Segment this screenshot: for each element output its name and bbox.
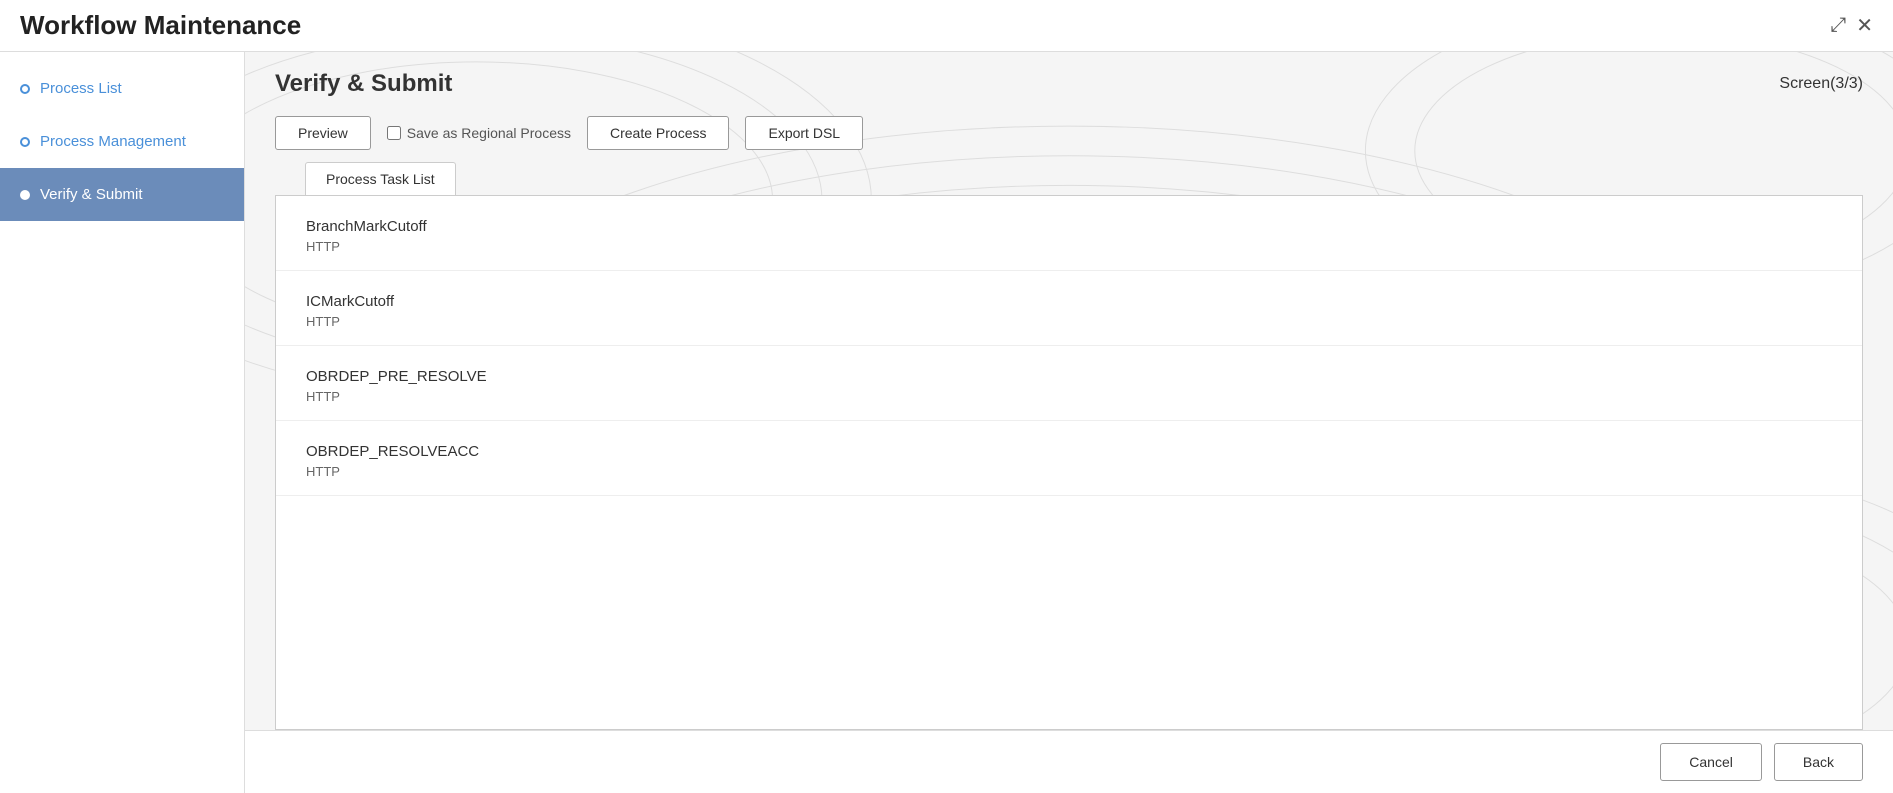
task-type: HTTP: [306, 239, 1832, 254]
screen-indicator: Screen(3/3): [1779, 75, 1863, 93]
save-regional-label: Save as Regional Process: [407, 125, 571, 141]
task-item-3: OBRDEP_RESOLVEACC HTTP: [276, 421, 1862, 496]
dot-icon: [20, 190, 30, 200]
task-item-0: BranchMarkCutoff HTTP: [276, 196, 1862, 271]
sidebar-item-label: Verify & Submit: [40, 186, 143, 203]
content-inner: Verify & Submit Screen(3/3) Preview Save…: [245, 52, 1893, 793]
app-title: Workflow Maintenance: [20, 10, 301, 41]
task-name: OBRDEP_RESOLVEACC: [306, 443, 1832, 460]
back-button[interactable]: Back: [1774, 743, 1863, 781]
close-icon[interactable]: ✕: [1856, 13, 1873, 38]
export-dsl-button[interactable]: Export DSL: [745, 116, 863, 150]
task-list-panel[interactable]: BranchMarkCutoff HTTP ICMarkCutoff HTTP …: [275, 195, 1863, 730]
dot-icon: [20, 84, 30, 94]
task-type: HTTP: [306, 314, 1832, 329]
task-name: OBRDEP_PRE_RESOLVE: [306, 368, 1832, 385]
task-item-1: ICMarkCutoff HTTP: [276, 271, 1862, 346]
save-regional-checkbox[interactable]: [387, 126, 401, 140]
page-title: Verify & Submit: [275, 70, 452, 98]
task-type: HTTP: [306, 464, 1832, 479]
sidebar: Process List Process Management Verify &…: [0, 52, 245, 793]
sidebar-item-verify-submit[interactable]: Verify & Submit: [0, 168, 244, 221]
sidebar-item-label: Process List: [40, 80, 122, 97]
main-layout: Process List Process Management Verify &…: [0, 52, 1893, 793]
create-process-button[interactable]: Create Process: [587, 116, 729, 150]
sidebar-item-process-list[interactable]: Process List: [0, 62, 244, 115]
title-bar: Workflow Maintenance ⤢ ✕: [0, 0, 1893, 52]
task-item-2: OBRDEP_PRE_RESOLVE HTTP: [276, 346, 1862, 421]
cancel-button[interactable]: Cancel: [1660, 743, 1762, 781]
content-area: .contour { fill: none; stroke: #bbb; str…: [245, 52, 1893, 793]
save-regional-checkbox-label[interactable]: Save as Regional Process: [387, 125, 571, 141]
process-task-list-tab[interactable]: Process Task List: [305, 162, 456, 195]
toolbar: Preview Save as Regional Process Create …: [245, 108, 1893, 162]
task-name: ICMarkCutoff: [306, 293, 1832, 310]
sidebar-item-label: Process Management: [40, 133, 186, 150]
task-type: HTTP: [306, 389, 1832, 404]
bottom-bar: Cancel Back: [245, 730, 1893, 793]
preview-button[interactable]: Preview: [275, 116, 371, 150]
tab-label: Process Task List: [306, 163, 455, 195]
content-header: Verify & Submit Screen(3/3): [245, 52, 1893, 108]
window-controls: ⤢ ✕: [1830, 13, 1873, 38]
sidebar-item-process-management[interactable]: Process Management: [0, 115, 244, 168]
task-name: BranchMarkCutoff: [306, 218, 1832, 235]
resize-icon[interactable]: ⤢: [1830, 14, 1846, 37]
tab-container: Process Task List: [245, 162, 1863, 195]
dot-icon: [20, 137, 30, 147]
